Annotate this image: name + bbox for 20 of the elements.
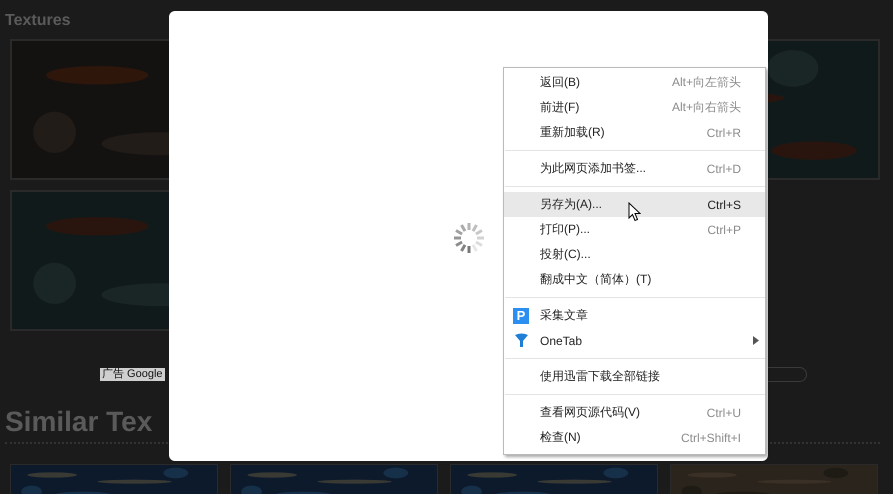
p-badge-icon: P	[513, 308, 529, 324]
menu-item[interactable]: 另存为(A)... Ctrl+S	[504, 192, 765, 217]
menu-item[interactable]: 为此网页添加书签... Ctrl+D	[504, 156, 765, 181]
mouse-pointer-icon	[628, 202, 641, 222]
menu-item[interactable]: 翻成中文（简体）(T)	[504, 267, 765, 292]
menu-item[interactable]: 投射(C)...	[504, 242, 765, 267]
section-heading: Similar Tex	[5, 406, 152, 438]
ad-label: 广告 Google	[100, 368, 165, 380]
menu-item[interactable]: P 采集文章	[504, 303, 765, 328]
section-title: Textures	[5, 12, 72, 30]
menu-item[interactable]: 使用迅雷下载全部链接	[504, 364, 765, 389]
funnel-icon	[514, 333, 528, 348]
menu-item[interactable]: 查看网页源代码(V) Ctrl+U	[504, 400, 765, 425]
menu-item[interactable]: 重新加载(R) Ctrl+R	[504, 120, 765, 145]
menu-item[interactable]: OneTab	[504, 328, 765, 353]
loading-spinner-icon	[453, 222, 485, 254]
menu-item[interactable]: 返回(B) Alt+向左箭头	[504, 70, 765, 95]
menu-item[interactable]: 前进(F) Alt+向右箭头	[504, 95, 765, 120]
menu-item[interactable]: 打印(P)... Ctrl+P	[504, 217, 765, 242]
menu-item[interactable]: 检查(N) Ctrl+Shift+I	[504, 425, 765, 450]
